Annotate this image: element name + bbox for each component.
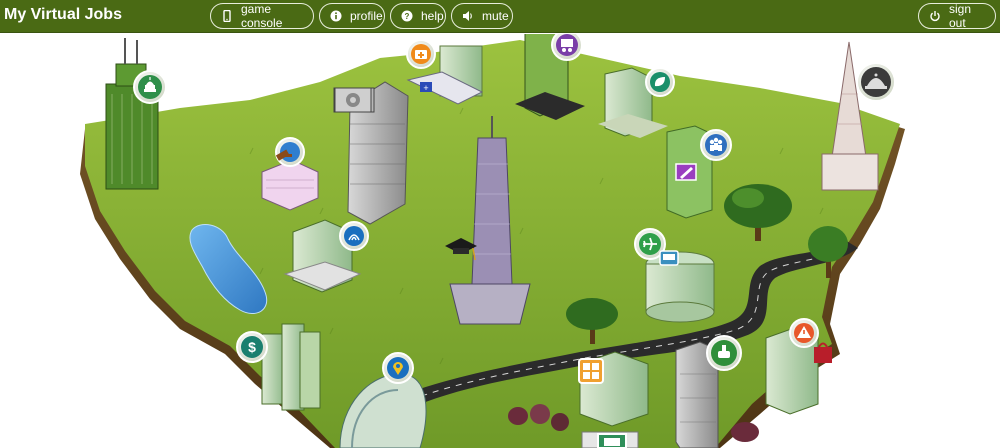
round-glass-building <box>645 251 715 323</box>
sports-job-badge[interactable] <box>382 352 414 384</box>
human-resources-job-badge[interactable] <box>700 129 732 161</box>
help-label: help <box>421 9 444 23</box>
map-scene: + $ <box>80 34 905 448</box>
gear-icon <box>346 93 360 107</box>
legal-job-badge[interactable] <box>275 137 305 167</box>
game-console-button[interactable]: game console <box>210 2 314 30</box>
accounting-job-badge[interactable] <box>578 358 604 384</box>
culinary-job-badge[interactable] <box>706 335 742 371</box>
svg-text:+: + <box>423 83 428 93</box>
svg-text:?: ? <box>405 12 410 21</box>
environment-job-badge[interactable] <box>645 67 675 97</box>
app-title: My Virtual Jobs <box>4 6 122 23</box>
dollar-icon: $ <box>248 339 256 355</box>
tech-job-badge[interactable] <box>339 221 369 251</box>
game-console-label: game console <box>241 2 283 30</box>
profile-label: profile <box>350 9 383 23</box>
government-job-badge[interactable] <box>133 70 167 104</box>
settings-job-badge[interactable] <box>334 87 372 113</box>
monitor-icon <box>604 438 620 446</box>
transport-job-badge[interactable] <box>659 250 679 266</box>
bank-towers <box>261 323 321 411</box>
finance-job-badge[interactable]: $ <box>236 331 268 363</box>
skyscraper-capitol <box>105 38 159 190</box>
virtual-city-map: + $ <box>0 34 1000 448</box>
hospitality-job-badge[interactable] <box>856 62 896 102</box>
speaker-icon <box>462 10 474 22</box>
question-icon: ? <box>401 10 413 22</box>
bus-icon <box>663 254 675 260</box>
design-job-badge[interactable] <box>675 163 697 181</box>
profile-button[interactable]: profile <box>319 3 385 29</box>
medical-kit-icon <box>415 50 427 59</box>
health-job-badge[interactable] <box>406 39 436 69</box>
info-icon <box>330 10 342 22</box>
sign-out-button[interactable]: sign out <box>918 2 996 30</box>
media-job-badge[interactable] <box>597 433 627 448</box>
safety-job-badge[interactable] <box>789 318 819 348</box>
mute-label: mute <box>482 9 509 23</box>
power-icon <box>929 10 941 22</box>
top-navigation-bar: My Virtual Jobs game console profile ? h… <box>0 0 1000 33</box>
sign-out-label: sign out <box>949 2 972 30</box>
mute-button[interactable]: mute <box>451 3 513 29</box>
help-button[interactable]: ? help <box>390 3 446 29</box>
presentation-job-badge[interactable] <box>551 34 583 61</box>
tablet-icon <box>221 10 233 22</box>
